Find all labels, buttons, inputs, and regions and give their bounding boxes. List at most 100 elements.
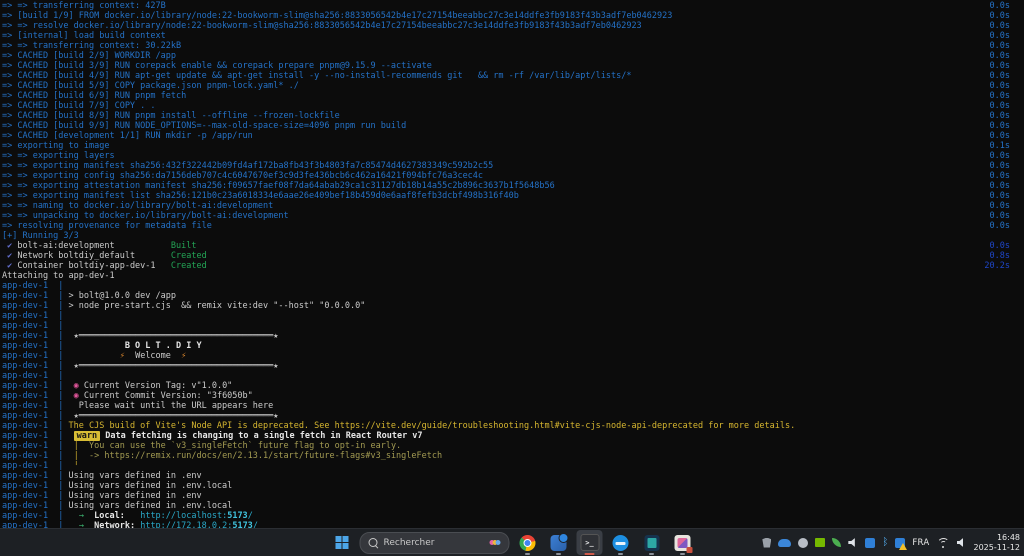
terminal-line: => CACHED [build 2/9] WORKDIR /app 0.0s xyxy=(2,51,1010,61)
clock[interactable]: 16:48 2025-11-12 xyxy=(974,533,1021,552)
line-duration: 0.0s xyxy=(989,81,1010,91)
terminal-line: => CACHED [build 6/9] RUN pnpm fetch 0.0s xyxy=(2,91,1010,101)
language-indicator[interactable]: FRA xyxy=(912,538,929,548)
line-duration: 0.0s xyxy=(989,151,1010,161)
terminal-line: => CACHED [build 5/9] COPY package.json … xyxy=(2,81,1010,91)
taskbar-app-terminal[interactable]: >_ xyxy=(576,530,603,555)
terminal-line: => [internal] load build context 0.0s xyxy=(2,31,1010,41)
terminal-line: app-dev-1 | B O L T . D I Y xyxy=(2,341,202,351)
clock-date: 2025-11-12 xyxy=(973,542,1021,552)
system-tray: ᛒ FRA 16:48 2025-11-12 xyxy=(762,529,1020,556)
tray-onedrive-icon[interactable] xyxy=(778,538,792,547)
terminal-line: app-dev-1 | xyxy=(2,321,69,331)
terminal-line: => resolving provenance for metadata fil… xyxy=(2,221,1010,231)
wifi-icon[interactable] xyxy=(937,538,950,548)
line-duration: 0.0s xyxy=(989,241,1010,251)
running-indicator xyxy=(680,553,685,555)
terminal-line: app-dev-1 | Using vars defined in .env xyxy=(2,491,202,501)
search-box[interactable]: Rechercher xyxy=(359,531,510,554)
tray-steam-icon[interactable] xyxy=(798,537,809,548)
line-duration: 0.0s xyxy=(989,11,1010,21)
line-duration: 0.0s xyxy=(989,51,1010,61)
taskbar: Rechercher >_ ᛒ FRA 16:48 2025-11-12 xyxy=(0,528,1024,556)
line-duration: 0.8s xyxy=(989,251,1010,261)
search-input[interactable]: Rechercher xyxy=(384,538,486,548)
terminal-line: => => exporting config sha256:da7156deb7… xyxy=(2,171,1010,181)
search-icon xyxy=(368,538,378,547)
line-duration: 0.0s xyxy=(989,91,1010,101)
terminal-line: ✔ Network boltdiy_default Created 0.8s xyxy=(2,251,1010,261)
line-duration: 0.0s xyxy=(989,161,1010,171)
terminal-line: app-dev-1 | → Network: http://172.18.0.2… xyxy=(2,521,258,528)
tray-leaf-icon[interactable] xyxy=(832,538,842,547)
volume-icon[interactable] xyxy=(956,538,963,547)
terminal-line: => => exporting manifest list sha256:121… xyxy=(2,191,1010,201)
terminal-line: app-dev-1 | > node pre-start.cjs && remi… xyxy=(2,301,366,311)
terminal-line: => => naming to docker.io/library/bolt-a… xyxy=(2,201,1010,211)
terminal-line: app-dev-1 | → Local: http://localhost:51… xyxy=(2,511,253,521)
line-duration: 0.0s xyxy=(989,61,1010,71)
terminal-line: app-dev-1 | ◉ Current Commit Version: "3… xyxy=(2,391,253,401)
terminal-line: => CACHED [build 3/9] RUN corepack enabl… xyxy=(2,61,1010,71)
terminal-line: app-dev-1 | warn Data fetching is changi… xyxy=(2,431,423,441)
line-duration: 0.0s xyxy=(989,31,1010,41)
terminal-line: app-dev-1 | ★═══════════════════════════… xyxy=(2,361,279,371)
terminal-line: => => transferring context: 427B 0.0s xyxy=(2,1,1010,11)
terminal-line: app-dev-1 | > bolt@1.0.0 dev /app xyxy=(2,291,176,301)
line-duration: 0.0s xyxy=(989,211,1010,221)
line-duration: 0.0s xyxy=(989,201,1010,211)
line-duration: 0.1s xyxy=(989,141,1010,151)
line-duration: 0.0s xyxy=(989,181,1010,191)
terminal-line: => CACHED [build 7/9] COPY . . 0.0s xyxy=(2,101,1010,111)
tray-shield-icon[interactable] xyxy=(762,537,772,548)
terminal-line: ✔ Container boltdiy-app-dev-1 Created 20.… xyxy=(2,261,1010,271)
tray-nvidia-icon[interactable] xyxy=(815,538,826,547)
terminal-line: app-dev-1 | ★═══════════════════════════… xyxy=(2,411,279,421)
terminal-line: app-dev-1 | Using vars defined in .env.l… xyxy=(2,501,233,511)
terminal-line: app-dev-1 | xyxy=(2,281,69,291)
desktop: => => transferring context: 427B 0.0s => [… xyxy=(0,0,1024,556)
terminal-line: => => transferring context: 30.22kB 0.0s xyxy=(2,41,1010,51)
terminal-line: app-dev-1 | ◉ Current Version Tag: v"1.0… xyxy=(2,381,233,391)
search-highlights-icon xyxy=(489,540,501,545)
terminal-line: => [build 1/9] FROM docker.io/library/no… xyxy=(2,11,1010,21)
terminal-line: app-dev-1 | Using vars defined in .env.l… xyxy=(2,481,233,491)
terminal-line: => CACHED [build 8/9] RUN pnpm install -… xyxy=(2,111,1010,121)
line-duration: 20.2s xyxy=(984,261,1010,271)
line-duration: 0.0s xyxy=(989,101,1010,111)
terminal-line: [+] Running 3/3 xyxy=(2,231,79,241)
terminal-line: => => resolve docker.io/library/node:22-… xyxy=(2,21,1010,31)
tray-app-square-icon[interactable] xyxy=(865,537,876,548)
taskbar-app-docker[interactable] xyxy=(608,530,634,555)
terminal-line: => CACHED [build 4/9] RUN apt-get update… xyxy=(2,71,1010,81)
terminal-line: app-dev-1 | │ You can use the `v3_single… xyxy=(2,441,402,451)
terminal-line: => => exporting layers 0.0s xyxy=(2,151,1010,161)
terminal-line: app-dev-1 | xyxy=(2,311,69,321)
docker-icon xyxy=(612,534,629,551)
tray-network-warning-icon[interactable] xyxy=(895,537,908,550)
tray-bluetooth-icon[interactable]: ᛒ xyxy=(882,537,888,548)
active-indicator xyxy=(584,553,595,555)
line-duration: 0.0s xyxy=(989,111,1010,121)
line-duration: 0.0s xyxy=(989,191,1010,201)
taskbar-app-notepad[interactable] xyxy=(639,530,665,555)
line-duration: 0.0s xyxy=(989,131,1010,141)
running-indicator xyxy=(525,553,530,555)
line-duration: 0.0s xyxy=(989,171,1010,181)
taskbar-app-chrome[interactable] xyxy=(515,530,541,555)
running-indicator xyxy=(618,553,623,555)
terminal-window[interactable]: => => transferring context: 427B 0.0s => [… xyxy=(0,0,1024,528)
line-duration: 0.0s xyxy=(989,221,1010,231)
taskbar-app-remote-tool[interactable] xyxy=(546,530,572,555)
terminal-line: app-dev-1 | ⚡ Welcome ⚡ xyxy=(2,351,187,361)
terminal-line: => CACHED [development 1/1] RUN mkdir -p… xyxy=(2,131,1010,141)
terminal-line: app-dev-1 | Using vars defined in .env xyxy=(2,471,202,481)
start-button[interactable] xyxy=(329,530,355,555)
running-indicator xyxy=(556,553,561,555)
tray-audio-icon[interactable] xyxy=(848,538,855,547)
terminal-line: => => unpacking to docker.io/library/bol… xyxy=(2,211,1010,221)
photos-icon xyxy=(674,534,693,553)
taskbar-app-photos[interactable] xyxy=(670,530,696,555)
windows-logo-icon xyxy=(335,536,348,549)
line-duration: 0.0s xyxy=(989,71,1010,81)
